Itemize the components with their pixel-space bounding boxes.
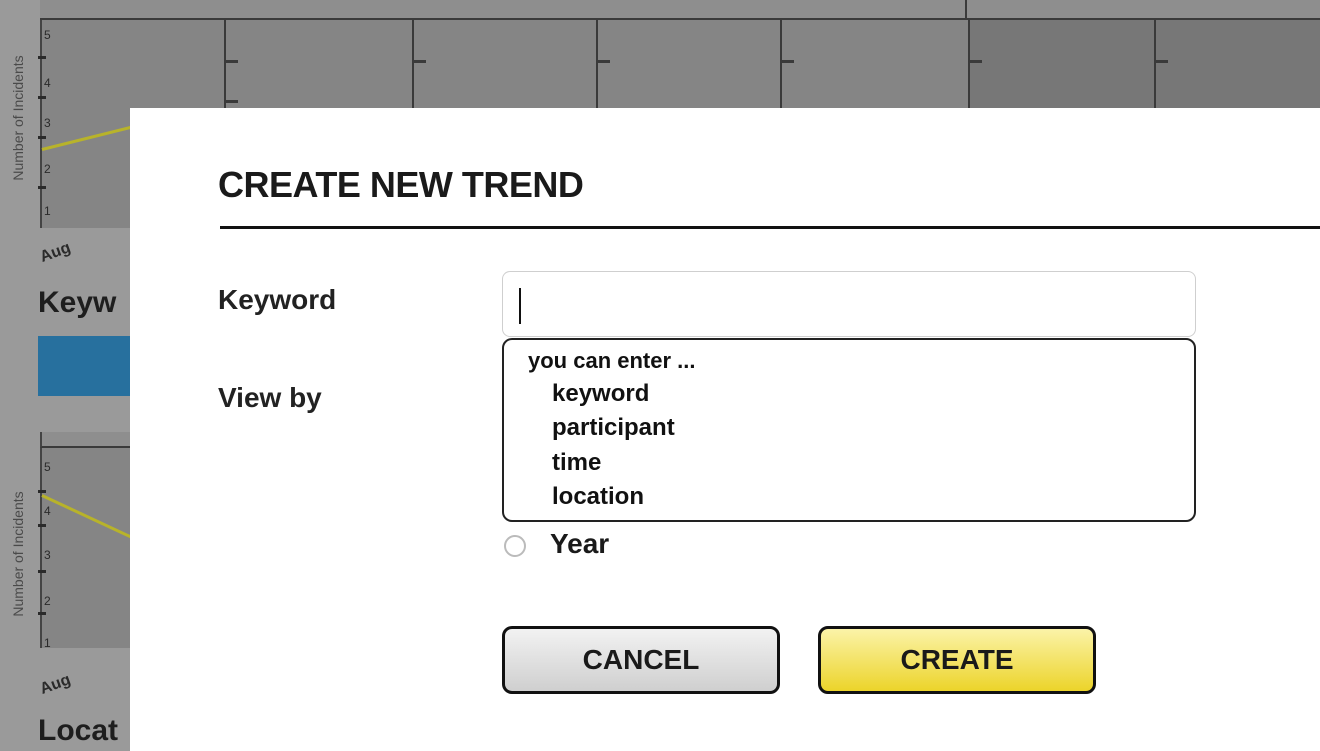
keyword-suggestion-dropdown: you can enter ... keyword participant ti…: [502, 338, 1196, 522]
suggestion-hint: you can enter ...: [528, 348, 696, 373]
section-heading-keyword: Keyw: [38, 286, 117, 319]
y-axis-label: Number of Incidents: [10, 491, 26, 617]
text-cursor: [519, 288, 521, 324]
create-trend-dialog: CREATE NEW TREND Keyword View by you can…: [130, 108, 1320, 751]
x-start-label: Aug: [37, 671, 73, 698]
y-tick-label: 4: [44, 504, 51, 518]
y-tick-label: 5: [44, 28, 51, 42]
y-tick-label: 1: [44, 204, 51, 218]
suggestion-location[interactable]: location: [552, 483, 644, 511]
y-tick-label: 5: [44, 460, 51, 474]
chart-header-strip: [40, 0, 1320, 20]
keyword-input[interactable]: [502, 271, 1196, 337]
y-tick-label: 2: [44, 594, 51, 608]
view-by-label: View by: [218, 382, 322, 413]
dialog-title: CREATE NEW TREND: [218, 164, 584, 205]
suggestion-keyword[interactable]: keyword: [552, 380, 649, 408]
title-divider: [220, 226, 1320, 229]
y-tick-label: 2: [44, 162, 51, 176]
x-start-label: Aug: [37, 239, 73, 266]
y-tick-label: 3: [44, 548, 51, 562]
keyword-label: Keyword: [218, 284, 337, 315]
create-button[interactable]: CREATE: [818, 626, 1096, 694]
keyword-bar[interactable]: [38, 336, 138, 396]
y-tick-label: 4: [44, 76, 51, 90]
y-axis-label: Number of Incidents: [10, 55, 26, 181]
year-radio-label[interactable]: Year: [550, 528, 609, 560]
y-tick-label: 1: [44, 636, 51, 650]
year-radio[interactable]: [504, 535, 526, 557]
y-tick-label: 3: [44, 116, 51, 130]
suggestion-participant[interactable]: participant: [552, 414, 675, 442]
cancel-button[interactable]: CANCEL: [502, 626, 780, 694]
section-heading-location: Locat: [38, 714, 119, 747]
chart-header-strip: [40, 432, 142, 448]
suggestion-time[interactable]: time: [552, 449, 601, 477]
